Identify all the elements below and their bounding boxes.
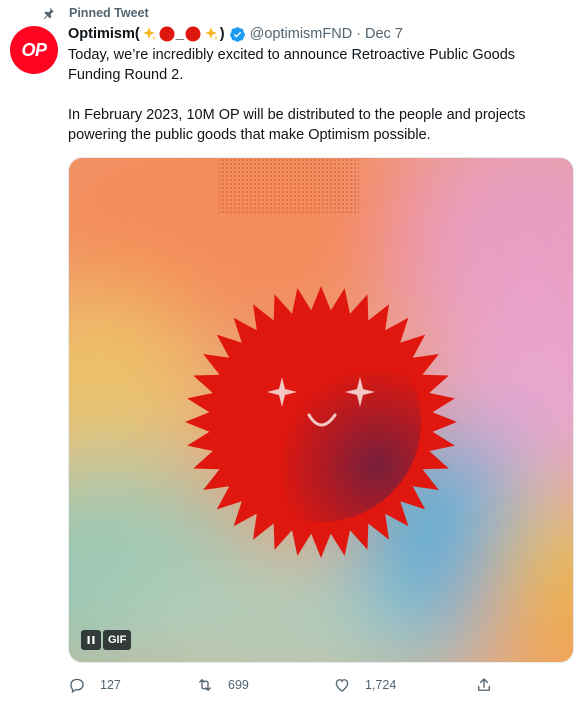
avatar[interactable]: OP xyxy=(10,26,58,74)
retweet-button[interactable]: 699 xyxy=(196,676,249,694)
red-circle-icon xyxy=(159,26,175,42)
share-icon xyxy=(478,678,490,691)
share-button[interactable] xyxy=(475,676,493,694)
pause-icon xyxy=(87,636,95,644)
name-decoration-sep: _ xyxy=(175,26,184,42)
red-circle-icon xyxy=(185,26,201,42)
reply-count: 127 xyxy=(100,678,121,692)
handle[interactable]: @optimismFND xyxy=(250,26,353,42)
sparkles-icon xyxy=(203,26,219,42)
heart-icon xyxy=(335,679,349,692)
like-count: 1,724 xyxy=(365,678,397,692)
like-button[interactable]: 1,724 xyxy=(333,676,396,694)
pause-button[interactable] xyxy=(81,630,101,650)
tweet-header: Optimism ( _ ) @optimismFND · Dec 7 xyxy=(68,24,403,44)
tweet-date[interactable]: Dec 7 xyxy=(365,26,403,42)
pinned-tweet-indicator: Pinned Tweet xyxy=(40,4,149,22)
pinned-label: Pinned Tweet xyxy=(69,6,149,20)
tweet-paragraph-2: In February 2023, 10M OP will be distrib… xyxy=(68,107,526,143)
display-name[interactable]: Optimism xyxy=(68,26,135,42)
tweet-paragraph-1: Today, we’re incredibly excited to annou… xyxy=(68,47,516,83)
avatar-text: OP xyxy=(21,39,47,60)
tweet-text: Today, we’re incredibly excited to annou… xyxy=(68,45,568,145)
verified-badge-icon xyxy=(229,26,246,43)
tweet-actions: 127 699 1,724 xyxy=(68,676,508,698)
gif-badge: GIF xyxy=(103,630,132,650)
sparkles-icon xyxy=(141,26,157,42)
reply-button[interactable]: 127 xyxy=(68,676,121,694)
gif-artwork xyxy=(69,158,573,662)
retweet-icon xyxy=(199,679,211,691)
retweet-count: 699 xyxy=(228,678,249,692)
pin-icon xyxy=(40,6,55,21)
gif-controls: GIF xyxy=(81,630,132,650)
reply-icon xyxy=(70,678,84,693)
tweet-media-gif[interactable]: GIF xyxy=(68,157,574,663)
name-decoration-open: ( xyxy=(134,26,140,42)
separator-dot: · xyxy=(356,26,362,42)
name-decoration-close: ) xyxy=(219,26,225,42)
